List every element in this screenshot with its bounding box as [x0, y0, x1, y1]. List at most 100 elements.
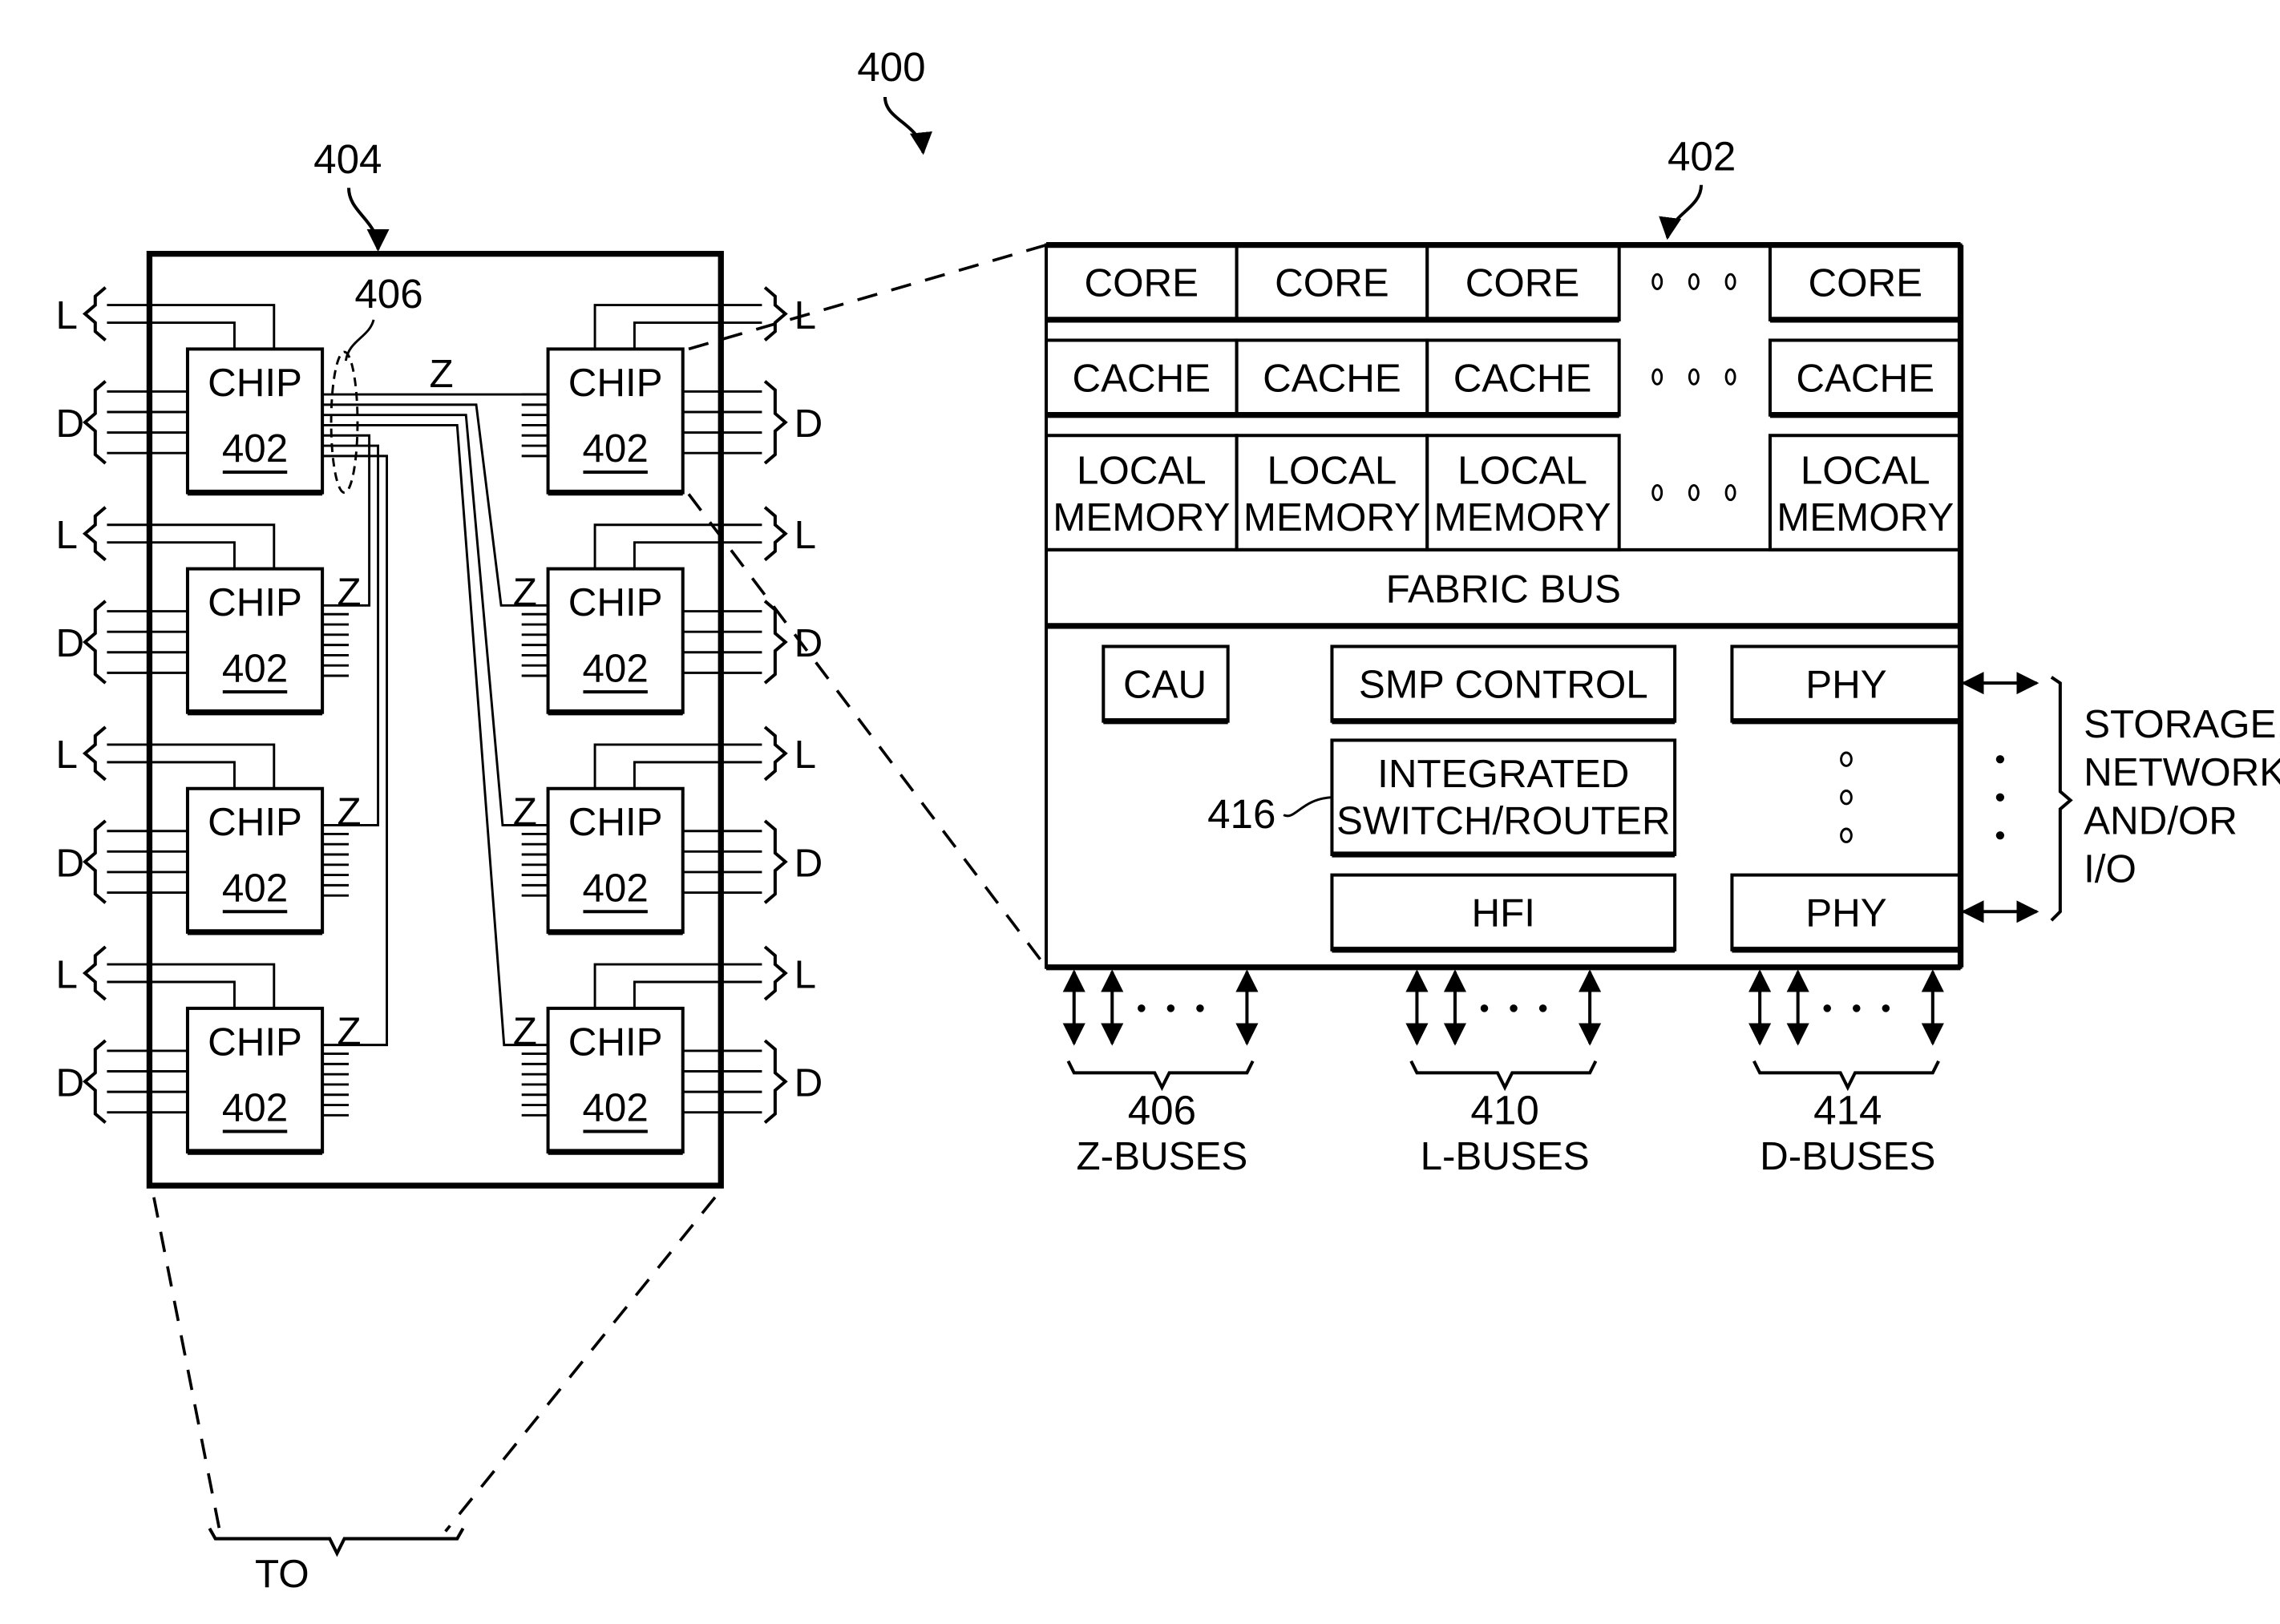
- chip-right-3: CHIP 402 L D Z: [513, 725, 823, 935]
- io-label-2: NETWORK,: [2084, 750, 2280, 794]
- ref-402-label: 402: [1668, 133, 1736, 179]
- ref-400-arrow: [883, 96, 932, 156]
- io-label-4: I/O: [2084, 847, 2136, 891]
- chip-left-3: CHIP 402 L D Z: [55, 725, 362, 935]
- phy-top-label: PHY: [1805, 662, 1886, 706]
- l-brace: [82, 945, 107, 1001]
- chip-label: CHIP: [568, 361, 663, 405]
- bus-ref: 410: [1470, 1087, 1538, 1133]
- detail-projection-bottom: [687, 493, 1048, 968]
- l-brace: [82, 725, 107, 782]
- to-brace: [208, 1527, 465, 1557]
- hfi-label: HFI: [1472, 891, 1535, 935]
- l-label: L: [794, 952, 816, 996]
- bus-group-l-buses: 410L-BUSES: [1405, 969, 1602, 1178]
- l-label: L: [55, 293, 77, 337]
- chip-ref: 402: [583, 426, 649, 471]
- io-label-1: STORAGE,: [2084, 702, 2280, 746]
- d-brace: [82, 380, 107, 465]
- ref-404-label: 404: [313, 136, 382, 182]
- chip-ref: 402: [583, 1086, 649, 1130]
- bus-brace: [1409, 1060, 1598, 1092]
- d-brace: [763, 819, 788, 904]
- svg-text:MEMORY: MEMORY: [1053, 495, 1230, 539]
- to-label: TO: [255, 1552, 309, 1596]
- bus-group-d-buses: 414D-BUSES: [1748, 969, 1944, 1178]
- chip-ref: 402: [222, 866, 288, 910]
- l-brace: [82, 506, 107, 562]
- ref-406-label: 406: [354, 271, 422, 317]
- chip-detail: CORE CORE CORE CORE CACHE CACHE CACHE CA…: [1045, 241, 1964, 971]
- core-4-label: CORE: [1808, 261, 1922, 305]
- d-label: D: [794, 841, 823, 885]
- chip-label: CHIP: [568, 1020, 663, 1064]
- cau-label: CAU: [1123, 662, 1207, 706]
- chip-array: CHIP402LDCHIP402LDZCHIP402LDZCHIP402LDZC…: [55, 286, 823, 1155]
- detail-projection-top: [688, 243, 1047, 351]
- svg-text:MEMORY: MEMORY: [1433, 495, 1611, 539]
- d-brace: [82, 600, 107, 685]
- chip-label: CHIP: [208, 580, 302, 624]
- local-memory-row: LOCAL MEMORY LOCAL MEMORY LOCAL MEMORY L…: [1045, 434, 1963, 551]
- d-brace: [763, 1039, 788, 1125]
- core-2-label: CORE: [1275, 261, 1389, 305]
- l-brace: [763, 286, 788, 341]
- bus-group-z-buses: 406Z-BUSES: [1062, 969, 1259, 1178]
- l-label: L: [55, 733, 77, 777]
- z-label: Z: [337, 790, 361, 834]
- chip-ref: 402: [222, 1086, 288, 1130]
- chip-label: CHIP: [568, 800, 663, 844]
- bus-name: L-BUSES: [1421, 1134, 1590, 1178]
- cache-2-label: CACHE: [1263, 356, 1401, 400]
- core-3-label: CORE: [1465, 261, 1580, 305]
- cache-row: CACHE CACHE CACHE CACHE: [1045, 338, 1963, 418]
- l-brace: [763, 945, 788, 1001]
- core-1-label: CORE: [1085, 261, 1199, 305]
- bus-name: Z-BUSES: [1077, 1134, 1248, 1178]
- projection-line-right: [444, 1196, 717, 1533]
- l-label: L: [55, 513, 77, 557]
- chip-ref: 402: [583, 646, 649, 690]
- l-label: L: [794, 513, 816, 557]
- d-label: D: [55, 402, 84, 446]
- svg-text:MEMORY: MEMORY: [1243, 495, 1421, 539]
- d-label: D: [55, 621, 84, 665]
- chip-label: CHIP: [208, 361, 302, 405]
- bus-ref: 406: [1128, 1087, 1196, 1133]
- z-label-top: Z: [430, 352, 454, 396]
- l-label: L: [55, 952, 77, 996]
- l-brace: [763, 506, 788, 562]
- d-label: D: [794, 621, 823, 665]
- svg-text:LOCAL: LOCAL: [1801, 449, 1930, 493]
- d-brace: [82, 819, 107, 904]
- bus-name: D-BUSES: [1760, 1134, 1935, 1178]
- chip-label: CHIP: [568, 580, 663, 624]
- z-bus-wires: Z: [323, 352, 548, 1047]
- ref-416-label: 416: [1207, 791, 1275, 837]
- chip-left-2: CHIP 402 L D Z: [55, 506, 362, 716]
- z-label: Z: [513, 1010, 537, 1054]
- svg-text:LOCAL: LOCAL: [1077, 449, 1207, 493]
- switch-router-label-2: SWITCH/ROUTER: [1336, 798, 1671, 842]
- cache-4-label: CACHE: [1796, 356, 1934, 400]
- l-brace: [763, 725, 788, 782]
- io-label-3: AND/OR: [2084, 798, 2238, 842]
- svg-text:LOCAL: LOCAL: [1457, 449, 1587, 493]
- phy-bottom-label: PHY: [1805, 891, 1886, 935]
- d-brace: [763, 600, 788, 685]
- switch-router-label-1: INTEGRATED: [1377, 752, 1629, 796]
- svg-text:LOCAL: LOCAL: [1267, 449, 1397, 493]
- chip-ref: 402: [222, 646, 288, 690]
- d-label: D: [55, 841, 84, 885]
- chip-ref: 402: [222, 426, 288, 471]
- ref-400-label: 400: [857, 44, 925, 90]
- io-connections: STORAGE, NETWORK, AND/OR I/O: [1961, 672, 2280, 923]
- cache-1-label: CACHE: [1072, 356, 1211, 400]
- z-label: Z: [337, 1010, 361, 1054]
- smp-control-label: SMP CONTROL: [1359, 662, 1648, 706]
- core-row: CORE CORE CORE CORE: [1045, 243, 1963, 323]
- d-label: D: [794, 402, 823, 446]
- l-label: L: [794, 733, 816, 777]
- d-brace: [82, 1039, 107, 1125]
- d-label: D: [794, 1061, 823, 1105]
